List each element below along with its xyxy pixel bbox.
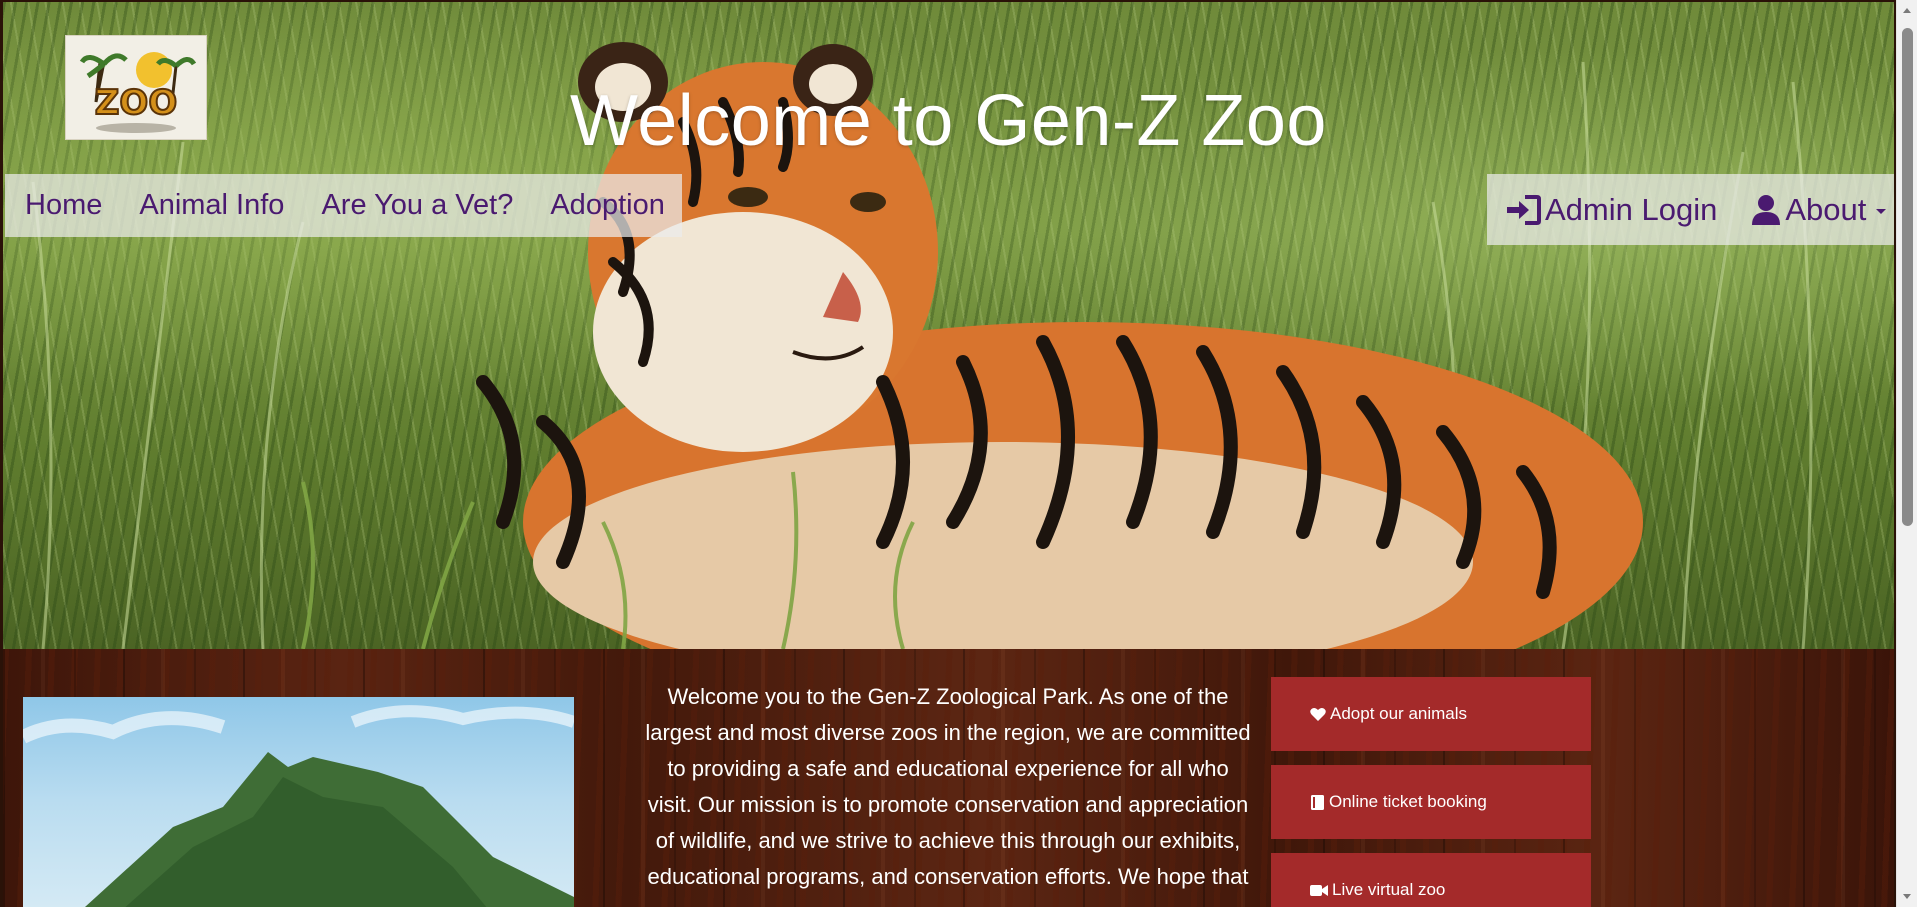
nav-adoption-link[interactable]: Adoption	[550, 189, 665, 222]
welcome-paragraph: Welcome you to the Gen-Z Zoological Park…	[645, 684, 1251, 907]
account-nav: Admin Login About	[1487, 174, 1894, 245]
hero-banner: ZOO Welcome to Gen-Z Zoo Home Animal Inf…	[3, 2, 1894, 649]
video-camera-icon	[1310, 884, 1328, 896]
ticket-booking-button[interactable]: Online ticket booking	[1271, 765, 1591, 839]
sign-in-icon	[1507, 194, 1541, 225]
nav-vet-link[interactable]: Are You a Vet?	[321, 189, 513, 222]
nav-animal-info-link[interactable]: Animal Info	[139, 189, 284, 222]
virtual-zoo-label: Live virtual zoo	[1332, 880, 1446, 899]
heart-icon	[1310, 707, 1326, 721]
scrollbar-thumb[interactable]	[1902, 28, 1913, 526]
ticket-booking-label: Online ticket booking	[1329, 792, 1487, 811]
scroll-down-arrow-icon[interactable]	[1903, 894, 1911, 899]
adopt-animals-label: Adopt our animals	[1330, 704, 1468, 723]
chevron-down-icon	[1876, 209, 1887, 214]
about-dropdown[interactable]: About	[1751, 191, 1887, 228]
user-icon	[1752, 194, 1781, 225]
mountain-image	[23, 705, 574, 907]
quick-actions: Adopt our animals Online ticket booking …	[1271, 677, 1591, 907]
admin-login-link[interactable]: Admin Login	[1505, 192, 1717, 228]
admin-login-label: Admin Login	[1545, 191, 1718, 227]
about-label: About	[1785, 191, 1867, 227]
landscape-photo	[23, 697, 574, 907]
book-icon	[1311, 794, 1324, 810]
content-section: Welcome you to the Gen-Z Zoological Park…	[3, 649, 1894, 907]
scroll-up-arrow-icon[interactable]	[1903, 8, 1911, 13]
virtual-zoo-button[interactable]: Live virtual zoo	[1271, 853, 1591, 907]
vertical-scrollbar[interactable]	[1896, 0, 1917, 907]
main-nav: Home Animal Info Are You a Vet? Adoption	[5, 174, 682, 237]
nav-home-link[interactable]: Home	[25, 189, 102, 222]
page-title: Welcome to Gen-Z Zoo	[570, 81, 1327, 161]
adopt-animals-button[interactable]: Adopt our animals	[1271, 677, 1591, 751]
